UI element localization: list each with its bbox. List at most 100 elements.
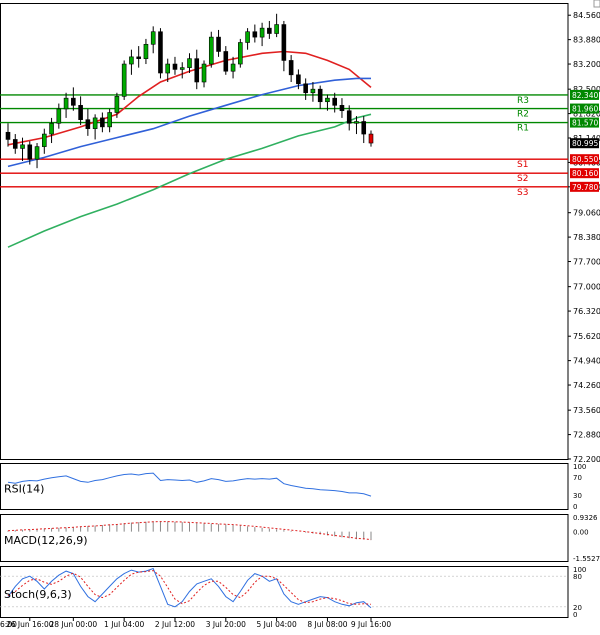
indicator-tick-label: -1.5527 xyxy=(573,555,600,563)
indicator-tick-label: 0.9326 xyxy=(573,514,598,522)
candle-body xyxy=(56,108,62,124)
candle-body xyxy=(71,97,76,106)
candle-body xyxy=(208,36,214,65)
level-price-label-r1: 81.570 xyxy=(572,119,598,128)
candle-body xyxy=(143,43,149,59)
y-tick-label: 74.260 xyxy=(573,381,600,390)
corner-box xyxy=(593,0,600,8)
indicator-pane-frame-1 xyxy=(0,463,569,510)
level-label-s2: S2 xyxy=(517,174,528,184)
candle-body xyxy=(368,133,374,144)
candle-body xyxy=(100,117,105,128)
candle-body xyxy=(245,31,250,43)
candle-body xyxy=(107,112,112,128)
candle-body xyxy=(42,133,47,147)
candle-body xyxy=(12,139,18,149)
indicator-tick-label: 0.00 xyxy=(573,529,589,537)
level-price-label-r3: 82.340 xyxy=(572,91,598,100)
y-tick-label: 77.700 xyxy=(573,258,600,267)
candle-body xyxy=(136,56,141,59)
candle-body xyxy=(5,131,11,140)
y-tick-label: 83.200 xyxy=(573,60,600,69)
candle-body xyxy=(201,63,207,83)
rsi-line xyxy=(7,472,372,497)
candle-body xyxy=(223,51,229,72)
candle-body xyxy=(296,74,301,85)
candle-body xyxy=(27,144,33,160)
current-price-label: 80.995 xyxy=(572,139,598,148)
candle-body xyxy=(34,146,40,160)
candle-body xyxy=(129,56,134,65)
indicator-tick-label: 70 xyxy=(573,474,582,482)
candle-body xyxy=(114,96,120,113)
candle-body xyxy=(339,105,345,112)
price-chart: 84.56083.88083.20082.50081.82081.14080.4… xyxy=(0,0,600,629)
indicator-pane-frame-3 xyxy=(0,566,569,618)
y-tick-label: 79.060 xyxy=(573,209,600,218)
x-tick-label: 1 Jul 04:00 xyxy=(104,620,144,629)
candle-body xyxy=(49,122,54,135)
main-pane-frame xyxy=(0,3,569,460)
candle-body xyxy=(150,31,156,45)
level-label-s3: S3 xyxy=(517,188,528,198)
candle-body xyxy=(238,42,243,65)
moving-average-line-3 xyxy=(7,113,372,248)
candle-body xyxy=(252,31,258,38)
level-label-r2: R2 xyxy=(517,110,529,120)
candle-body xyxy=(78,105,83,120)
level-label-s1: S1 xyxy=(517,160,528,170)
indicator-title: Stoch(9,6,3) xyxy=(4,588,72,601)
candle-body xyxy=(179,67,185,70)
level-price-label-s3: 79.780 xyxy=(572,183,598,192)
indicator-tick-label: 30 xyxy=(573,492,582,500)
indicator-title: RSI(14) xyxy=(4,482,44,495)
x-tick-label: 26 Jun 16:00 xyxy=(6,620,54,629)
candle-body xyxy=(281,24,287,61)
candle-body xyxy=(230,63,236,72)
candle-body xyxy=(85,119,91,129)
candle-body xyxy=(216,36,221,52)
candle-body xyxy=(187,58,192,68)
y-tick-label: 83.880 xyxy=(573,36,600,45)
y-tick-label: 76.320 xyxy=(573,307,600,316)
y-tick-label: 84.560 xyxy=(573,11,600,20)
indicator-tick-label: 100 xyxy=(573,463,586,471)
x-tick-label: 28 Jun 00:00 xyxy=(50,620,98,629)
candle-body xyxy=(194,58,200,83)
candle-body xyxy=(63,97,69,110)
candle-body xyxy=(172,63,178,70)
indicator-title: MACD(12,26,9) xyxy=(4,534,88,547)
candle-body xyxy=(267,27,272,34)
candle-body xyxy=(346,110,352,124)
y-tick-label: 74.940 xyxy=(573,357,600,366)
candle-body xyxy=(121,63,127,97)
candle-body xyxy=(361,121,367,135)
y-tick-label: 72.880 xyxy=(573,431,600,440)
candle-body xyxy=(274,24,279,34)
candle-body xyxy=(325,97,330,103)
candle-body xyxy=(317,88,323,103)
indicator-tick-label: 80 xyxy=(573,573,582,581)
indicator-tick-label: 0 xyxy=(573,503,577,511)
chart-root: 84.56083.88083.20082.50081.82081.14080.4… xyxy=(0,0,600,635)
y-tick-label: 73.560 xyxy=(573,406,600,415)
x-tick-label: 5 Jul 04:00 xyxy=(257,620,297,629)
level-price-label-s1: 80.550 xyxy=(572,155,598,164)
level-price-label-s2: 80.160 xyxy=(572,169,598,178)
candle-body xyxy=(158,31,163,74)
level-label-r1: R1 xyxy=(517,124,529,134)
x-tick-label: 2 Jul 12:00 xyxy=(155,620,195,629)
candle-body xyxy=(259,27,265,38)
candle-body xyxy=(92,117,98,129)
x-tick-label: 3 Jul 20:00 xyxy=(206,620,246,629)
y-tick-label: 78.380 xyxy=(573,233,600,242)
candle-body xyxy=(332,97,337,106)
candle-body xyxy=(303,83,308,94)
candle-body xyxy=(20,144,25,149)
candle-body xyxy=(165,63,171,74)
y-tick-label: 75.620 xyxy=(573,332,600,341)
candle-body xyxy=(310,88,316,94)
x-tick-label: 9 Jul 16:00 xyxy=(351,620,391,629)
y-tick-label: 77.000 xyxy=(573,283,600,292)
x-tick-label: 8 Jul 08:00 xyxy=(307,620,347,629)
